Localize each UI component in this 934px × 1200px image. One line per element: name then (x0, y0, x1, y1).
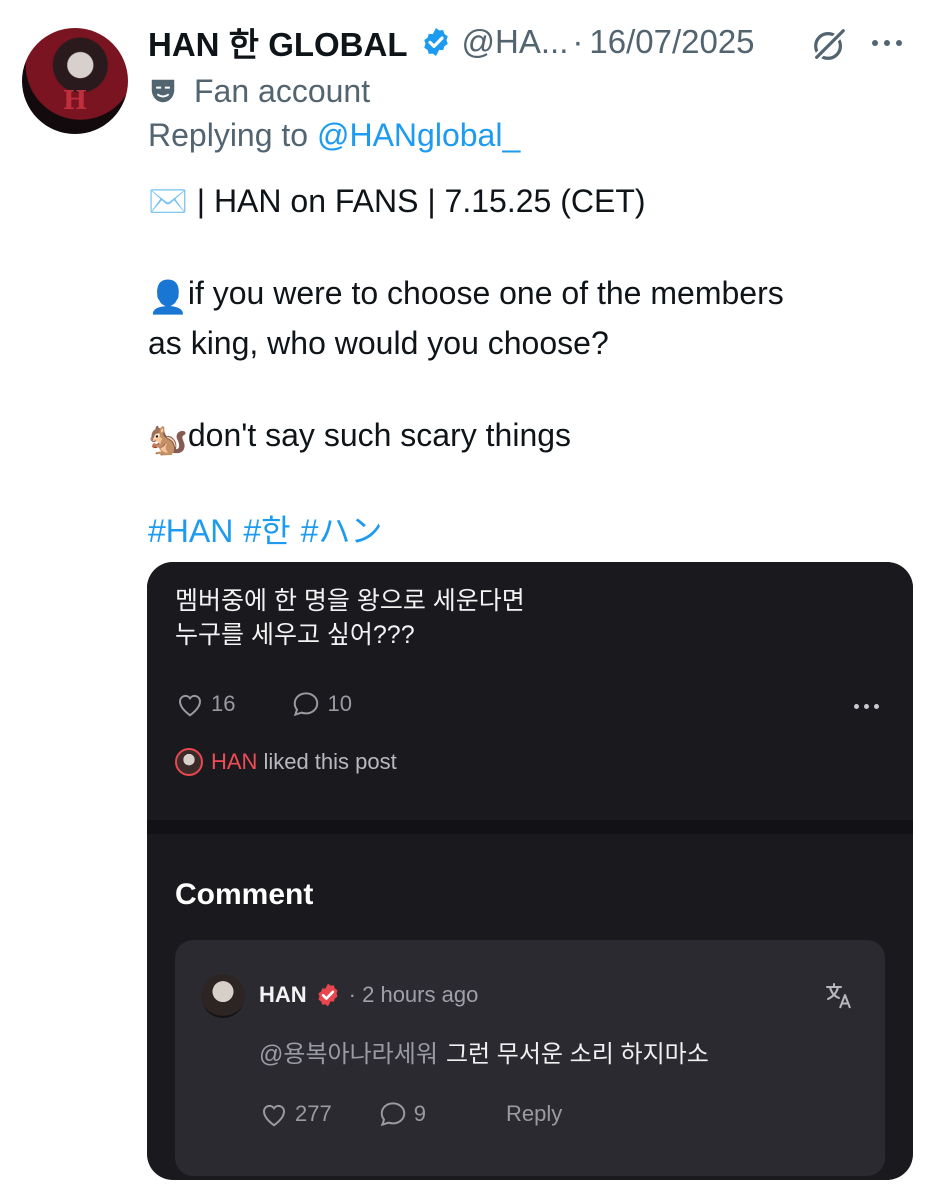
fan-post-stats: 16 10 (175, 690, 408, 718)
replying-mention-link[interactable]: @HANglobal_ (317, 117, 520, 153)
person-silhouette-icon: 👤 (148, 279, 188, 315)
liked-by-row: HAN liked this post (175, 748, 397, 776)
comment-actions: 277 9 Reply (259, 1100, 562, 1128)
like-button[interactable]: 16 (175, 690, 235, 718)
like-count: 16 (211, 691, 236, 716)
chipmunk-icon: 🐿️ (148, 421, 188, 457)
comment-count: 10 (327, 691, 352, 716)
tweet-header: HAN 한 GLOBAL @HA... · 16/07/2025 (148, 20, 755, 64)
verified-badge-icon (423, 28, 448, 56)
translate-icon[interactable] (823, 980, 855, 1012)
hashtags: #HAN #한 #ハン (148, 508, 908, 554)
user-handle[interactable]: @HA... (462, 23, 569, 61)
comment-button[interactable]: 10 (291, 690, 352, 718)
liker-name[interactable]: HAN (211, 749, 257, 775)
grok-icon[interactable] (810, 26, 848, 64)
comment-text: @용복아나라세워 그런 무서운 소리 하지마소 (259, 1034, 709, 1069)
comment-heading: Comment (175, 878, 314, 911)
account-label-text: Fan account (194, 72, 371, 109)
tweet-question: 👤if you were to choose one of the member… (148, 270, 908, 366)
more-options-icon[interactable] (872, 40, 902, 46)
replying-to: Replying to @HANglobal_ (148, 117, 520, 154)
comment-mention[interactable]: @용복아나라세워 (259, 1041, 438, 1068)
account-label: Fan account (148, 70, 370, 112)
fan-post-line-1: 멤버중에 한 명을 왕으로 세운다면 (175, 587, 525, 615)
comment-reply-count: 9 (413, 1101, 426, 1126)
comment-header: HAN · 2 hours ago (259, 982, 478, 1008)
hashtag-link[interactable]: #HAN (148, 513, 233, 549)
liked-suffix: liked this post (263, 749, 397, 774)
replying-prefix: Replying to (148, 117, 309, 153)
tweet-answer: 🐿️don't say such scary things (148, 412, 908, 462)
fan-post-text: 멤버중에 한 명을 왕으로 세운다면 누구를 세우고 싶어??? (175, 584, 525, 652)
commenter-avatar[interactable] (201, 974, 245, 1018)
comment-replies-button[interactable]: 9 (378, 1100, 426, 1128)
theater-mask-icon (151, 79, 175, 103)
comment-bubble-icon (294, 692, 319, 717)
comment-like-button[interactable]: 277 (259, 1100, 332, 1128)
section-divider (147, 820, 913, 834)
fan-post: 멤버중에 한 명을 왕으로 세운다면 누구를 세우고 싶어??? 16 10 H… (147, 562, 913, 820)
reply-button[interactable]: Reply (506, 1101, 562, 1127)
attached-image-card[interactable]: 멤버중에 한 명을 왕으로 세운다면 누구를 세우고 싶어??? 16 10 H… (147, 562, 913, 1180)
hashtag-link[interactable]: #ハン (301, 513, 383, 549)
separator-dot: · (572, 23, 584, 60)
comment-like-count: 277 (295, 1101, 332, 1126)
comment-bubble-icon (380, 1102, 405, 1127)
commenter-name[interactable]: HAN (259, 982, 307, 1008)
question-line-2: as king, who would you choose? (148, 325, 609, 361)
hashtag-link[interactable]: #한 (243, 513, 290, 549)
comment-body: 그런 무서운 소리 하지마소 (445, 1041, 709, 1068)
liker-avatar (175, 748, 203, 776)
comment-item: HAN · 2 hours ago @용복아나라세워 그런 무서운 소리 하지마소… (175, 940, 885, 1176)
post-more-icon[interactable] (854, 704, 879, 709)
tweet-title-line: ✉️ | HAN on FANS | 7.15.25 (CET) (148, 183, 646, 219)
comment-time: · 2 hours ago (348, 982, 479, 1007)
heart-icon (178, 694, 202, 717)
profile-avatar[interactable]: H (22, 28, 128, 134)
display-name[interactable]: HAN 한 GLOBAL (148, 18, 408, 66)
tweet-body: ✉️ | HAN on FANS | 7.15.25 (CET) 👤if you… (148, 178, 908, 554)
fan-post-line-2: 누구를 세우고 싶어??? (175, 621, 415, 649)
answer-text: don't say such scary things (187, 417, 572, 453)
post-date[interactable]: 16/07/2025 (589, 23, 754, 61)
question-line-1: if you were to choose one of the members (187, 275, 784, 311)
heart-icon (262, 1104, 286, 1127)
avatar-artwork: H (62, 86, 88, 116)
artist-badge-icon (318, 983, 338, 1007)
